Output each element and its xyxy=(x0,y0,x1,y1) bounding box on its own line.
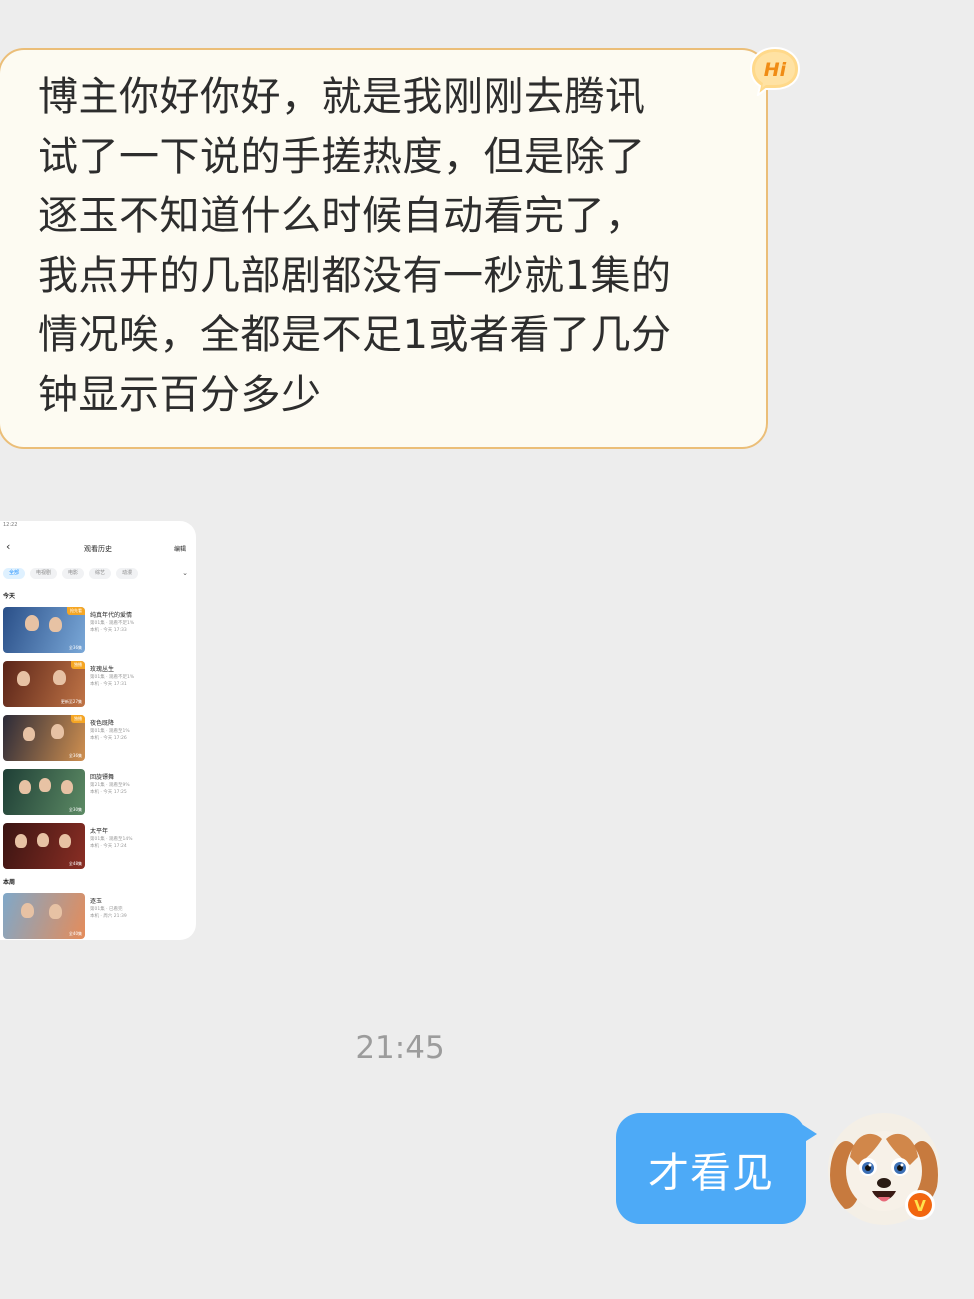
show-device-time: 本机 · 今天 17:31 xyxy=(90,682,127,687)
screenshot-filter-chips: 全部 电视剧 电影 综艺 动漫 xyxy=(3,568,139,579)
screenshot-status-time: 12:22 xyxy=(3,522,18,528)
history-row: 抢先看 全36集 纯真年代的爱情 第01集 · 观看不足1% 本机 · 今天 1… xyxy=(3,607,193,653)
show-thumbnail: 全30集 xyxy=(3,769,85,815)
show-progress: 第01集 · 观看不足1% xyxy=(90,675,135,680)
show-progress: 第01集 · 观看至14% xyxy=(90,837,133,842)
show-title: 逐玉 xyxy=(90,898,103,905)
thumbnail-tag: 抢先看 xyxy=(67,607,85,615)
filter-chip: 全部 xyxy=(3,568,26,579)
filter-chip: 动漫 xyxy=(116,568,139,579)
filter-chip: 综艺 xyxy=(89,568,112,579)
show-device-time: 本机 · 周六 21:39 xyxy=(90,914,127,919)
attached-screenshot[interactable]: 12:22 ‹ 观看历史 编辑 全部 电视剧 电影 综艺 动漫 ⌄ 今天 抢先看… xyxy=(0,521,196,940)
thumbnail-episode-badge: 全36集 xyxy=(68,753,82,758)
history-row: 独播 更新至27集 玫瑰丛生 第01集 · 观看不足1% 本机 · 今天 17:… xyxy=(3,661,193,707)
show-thumbnail: 全48集 xyxy=(3,823,85,869)
filter-chip: 电影 xyxy=(62,568,85,579)
hi-badge-icon: Hi xyxy=(749,46,801,96)
show-title: 回旋镖舞 xyxy=(90,774,115,781)
show-title: 夜色既降 xyxy=(90,720,115,727)
thumbnail-episode-badge: 全36集 xyxy=(68,645,82,650)
show-title: 纯真年代的爱情 xyxy=(90,612,133,619)
outgoing-message-text: 才看见 xyxy=(648,1148,774,1197)
show-device-time: 本机 · 今天 17:26 xyxy=(90,736,127,741)
thumbnail-tag: 独播 xyxy=(71,661,85,669)
incoming-message-text: 博主你好你好，就是我刚刚去腾讯 试了一下说的手搓热度，但是除了 逐玉不知道什么时… xyxy=(38,74,672,418)
outgoing-message-bubble[interactable]: 才看见 xyxy=(616,1113,817,1224)
show-progress: 第01集 · 观看不足1% xyxy=(90,621,135,626)
message-timestamp: 21:45 xyxy=(355,1030,445,1066)
show-title: 太平年 xyxy=(90,828,109,835)
show-progress: 第01集 · 已看完 xyxy=(90,907,123,912)
thumbnail-tag: 独播 xyxy=(71,715,85,723)
show-thumbnail: 抢先看 全36集 xyxy=(3,607,85,653)
history-row: 全30集 回旋镖舞 第21集 · 观看至9% 本机 · 今天 17:25 xyxy=(3,769,193,815)
dog-avatar-icon[interactable]: V xyxy=(828,1113,940,1225)
show-device-time: 本机 · 今天 17:33 xyxy=(90,628,127,633)
section-label-this-week: 本周 xyxy=(3,879,16,886)
thumbnail-episode-badge: 全48集 xyxy=(68,861,82,866)
history-row: 独播 全36集 夜色既降 第01集 · 观看至1% 本机 · 今天 17:26 xyxy=(3,715,193,761)
show-device-time: 本机 · 今天 17:25 xyxy=(90,790,127,795)
screenshot-page-title: 观看历史 xyxy=(84,545,112,553)
section-label-today: 今天 xyxy=(3,593,16,600)
show-progress: 第01集 · 观看至1% xyxy=(90,729,130,734)
hi-badge-label: Hi xyxy=(764,59,787,81)
show-progress: 第21集 · 观看至9% xyxy=(90,783,130,788)
thumbnail-episode-badge: 全30集 xyxy=(68,807,82,812)
show-thumbnail: 全40集 xyxy=(3,893,85,939)
show-thumbnail: 独播 全36集 xyxy=(3,715,85,761)
history-row: 全40集 逐玉 第01集 · 已看完 本机 · 周六 21:39 xyxy=(3,893,193,939)
filter-chip: 电视剧 xyxy=(30,568,58,579)
thumbnail-episode-badge: 全40集 xyxy=(68,931,82,936)
history-row: 全48集 太平年 第01集 · 观看至14% 本机 · 今天 17:24 xyxy=(3,823,193,869)
show-device-time: 本机 · 今天 17:24 xyxy=(90,844,127,849)
show-thumbnail: 独播 更新至27集 xyxy=(3,661,85,707)
chevron-down-icon: ⌄ xyxy=(182,569,188,577)
verified-badge-label: V xyxy=(914,1197,926,1215)
thumbnail-episode-badge: 更新至27集 xyxy=(60,699,82,704)
screenshot-edit-button: 编辑 xyxy=(173,546,186,553)
show-title: 玫瑰丛生 xyxy=(90,666,115,673)
incoming-message-bubble[interactable]: 博主你好你好，就是我刚刚去腾讯 试了一下说的手搓热度，但是除了 逐玉不知道什么时… xyxy=(0,48,768,449)
